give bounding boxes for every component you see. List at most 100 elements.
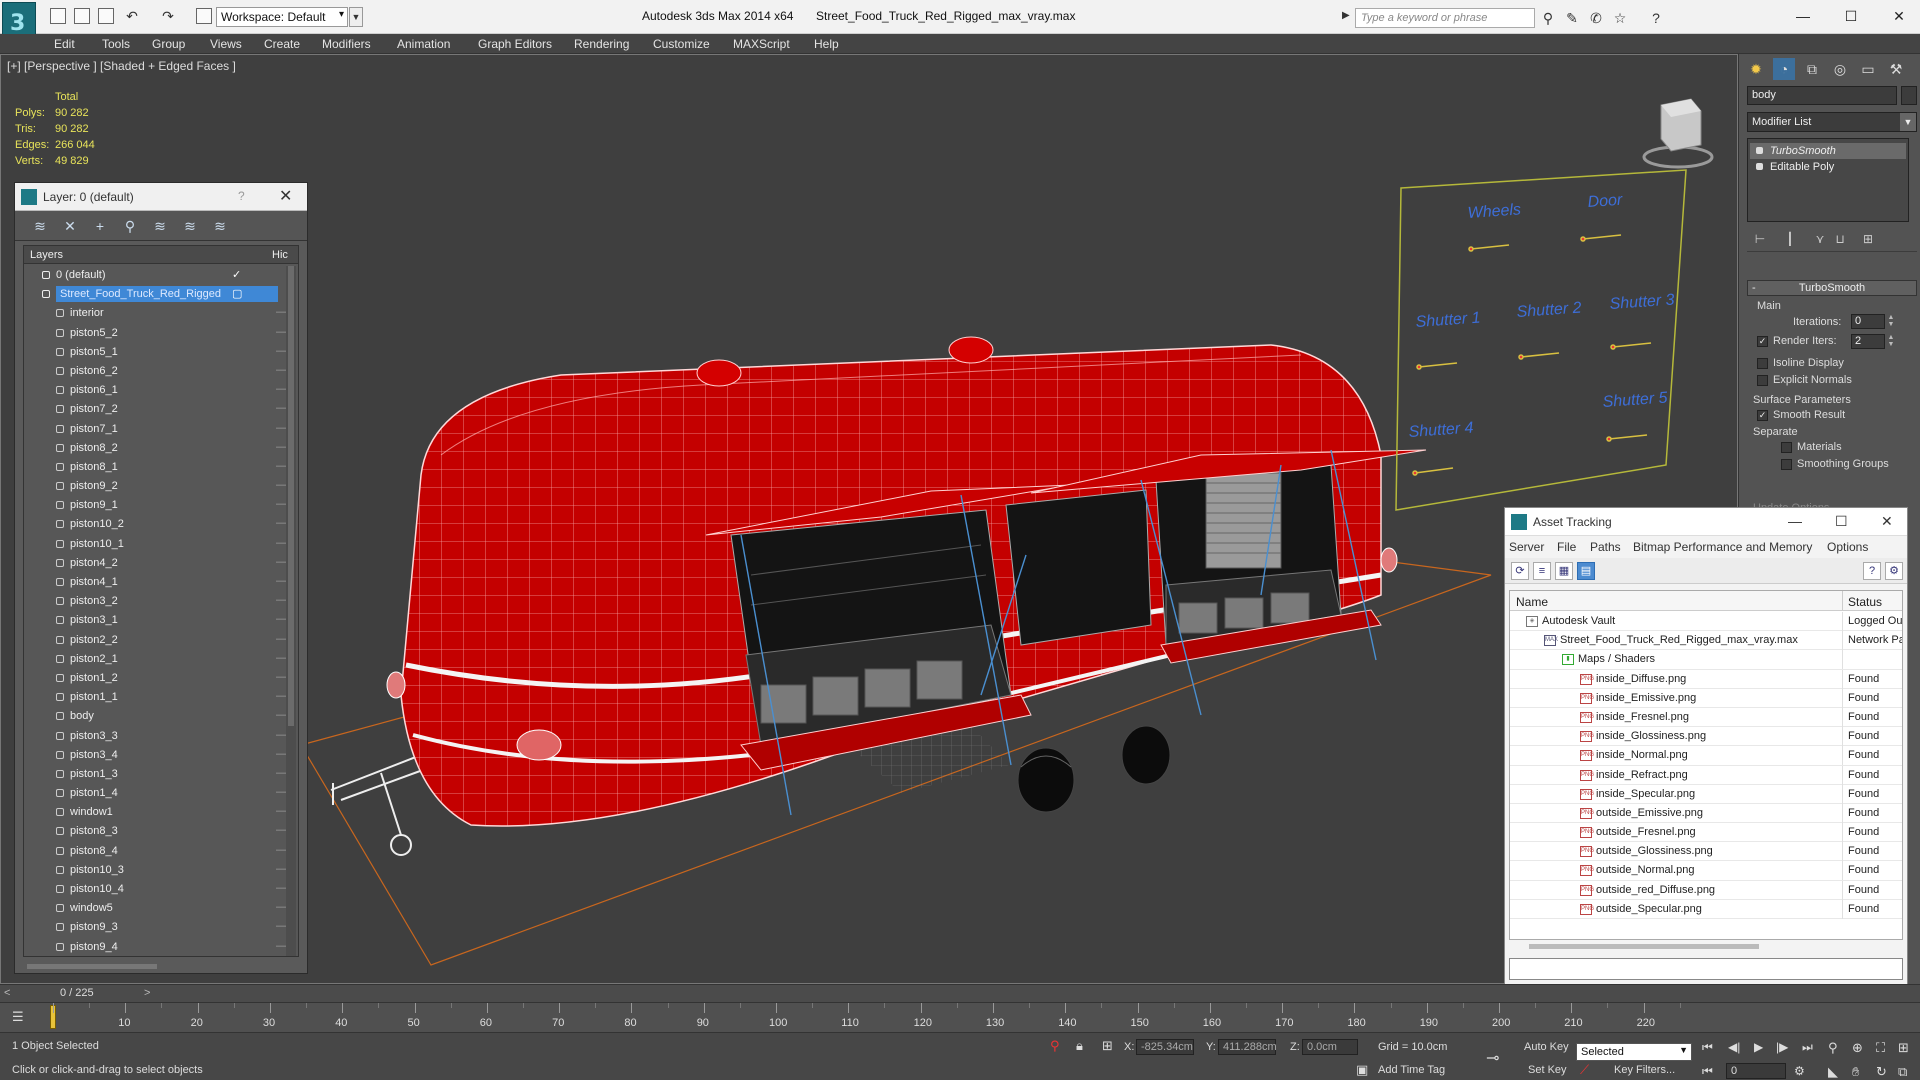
key-mode-toggle-icon[interactable]: ⏮	[1702, 1064, 1713, 1079]
time-slider-frame[interactable]: 0 / 225	[60, 987, 94, 999]
zoom-extents-icon[interactable]: ⛶	[1876, 1040, 1885, 1056]
stack-item-turbosmooth[interactable]: TurboSmooth	[1750, 143, 1906, 159]
help-icon[interactable]: ?	[1863, 562, 1881, 580]
object-row[interactable]: piston8_4—	[24, 842, 287, 861]
mini-curve-editor-icon[interactable]: ☰	[12, 1009, 24, 1025]
active-layer-check-icon[interactable]: ✓	[232, 268, 241, 281]
hierarchy-tab-icon[interactable]: ⧉	[1801, 58, 1823, 80]
render-iters-spinner[interactable]: 2	[1851, 334, 1885, 349]
search-expand-icon[interactable]: ▶	[1342, 10, 1350, 21]
project-folder-icon[interactable]	[196, 8, 212, 24]
view-cube[interactable]	[1642, 98, 1714, 169]
menu-customize[interactable]: Customize	[653, 37, 710, 51]
time-slider[interactable]: < 0 / 225 >	[0, 984, 1920, 1002]
help-icon[interactable]: ?	[1648, 10, 1664, 26]
object-row[interactable]: piston3_3—	[24, 727, 287, 746]
menu-tools[interactable]: Tools	[102, 37, 130, 51]
close-icon[interactable]: ✕	[1881, 513, 1893, 530]
iterations-spinner[interactable]: 0	[1851, 314, 1885, 329]
object-row[interactable]: piston4_1—	[24, 573, 287, 592]
layers-column-header[interactable]: Layers	[30, 249, 63, 261]
asset-row[interactable]: PNG inside_Specular.png Found	[1510, 784, 1902, 804]
object-row[interactable]: piston10_3—	[24, 861, 287, 880]
search-input[interactable]: Type a keyword or phrase	[1355, 8, 1535, 28]
favorites-star-icon[interactable]: ☆	[1612, 10, 1628, 26]
status-column-header[interactable]: Status	[1848, 595, 1882, 609]
add-to-layer-icon[interactable]: +	[91, 217, 109, 235]
previous-frame-icon[interactable]: ◀︎|	[1728, 1040, 1740, 1054]
object-row[interactable]: piston5_2—	[24, 324, 287, 343]
layer-row-default[interactable]: 0 (default) ✓	[24, 266, 282, 285]
help-icon[interactable]: ?	[238, 189, 245, 203]
menu-create[interactable]: Create	[264, 37, 300, 51]
object-row[interactable]: piston6_1—	[24, 381, 287, 400]
close-icon[interactable]: ✕	[279, 186, 292, 206]
hide-column-header[interactable]: Hic	[272, 249, 288, 261]
hide-toggle-icon[interactable]: ▢	[232, 287, 242, 300]
maximize-viewport-icon[interactable]: ⧉	[1898, 1064, 1907, 1080]
asset-table[interactable]: Name Status ◈ Autodesk Vault Logged Ou MAX S…	[1509, 590, 1903, 940]
layer-panel-titlebar[interactable]: Layer: 0 (default) ? ✕	[15, 183, 307, 211]
menu-group[interactable]: Group	[152, 37, 185, 51]
pan-view-icon[interactable]: ✋︎	[1852, 1064, 1859, 1080]
menu-paths[interactable]: Paths	[1590, 540, 1621, 554]
object-row[interactable]: piston1_2—	[24, 669, 287, 688]
menu-file[interactable]: File	[1557, 540, 1576, 554]
current-frame-field[interactable]: 0	[1726, 1063, 1786, 1079]
modifier-list-dropdown[interactable]: Modifier List ▼	[1747, 112, 1917, 132]
asset-row[interactable]: PNG inside_Normal.png Found	[1510, 746, 1902, 766]
object-row[interactable]: body —	[24, 707, 287, 726]
show-end-result-icon[interactable]: ┃	[1783, 232, 1797, 248]
object-row[interactable]: piston1_1—	[24, 688, 287, 707]
isoline-display-checkbox[interactable]	[1757, 358, 1768, 369]
stack-item-editable-poly[interactable]: Editable Poly	[1750, 159, 1906, 175]
object-row[interactable]: piston4_2—	[24, 554, 287, 573]
undo-icon[interactable]: ↶	[124, 8, 140, 24]
hide-all-layers-icon[interactable]: ≋	[181, 217, 199, 235]
track-bar[interactable]: ☰ 10 20 30 40 50 60 70 80 90 100 110 120 130 140 150 16…	[0, 1002, 1920, 1032]
explicit-normals-checkbox[interactable]	[1757, 375, 1768, 386]
smooth-result-checkbox[interactable]: ✓	[1757, 410, 1768, 421]
asset-row[interactable]: ▮ Maps / Shaders	[1510, 650, 1902, 670]
rig-sliders[interactable]	[1412, 234, 1652, 476]
configure-sets-icon[interactable]: ⊞	[1861, 232, 1875, 248]
object-row[interactable]: piston9_2—	[24, 477, 287, 496]
object-row[interactable]: piston9_4—	[24, 938, 287, 956]
workspace-select[interactable]: Workspace: Default ▾	[216, 7, 348, 27]
freeze-all-layers-icon[interactable]: ≋	[211, 217, 229, 235]
maximize-button[interactable]: ☐	[1836, 6, 1866, 26]
object-row[interactable]: piston5_1—	[24, 343, 287, 362]
add-time-tag[interactable]: Add Time Tag	[1378, 1064, 1445, 1076]
maximize-icon[interactable]: ☐	[1835, 513, 1848, 530]
render-iters-spinner-arrows[interactable]: ▲ ▼	[1887, 334, 1895, 349]
menu-animation[interactable]: Animation	[397, 37, 450, 51]
layer-row-selected[interactable]: Street_Food_Truck_Red_Rigged ▢	[24, 285, 282, 304]
menu-help[interactable]: Help	[814, 37, 839, 51]
key-mode-select[interactable]: Selected ▼	[1576, 1043, 1692, 1061]
selection-lock-icon[interactable]: 🔒︎	[1076, 1038, 1083, 1054]
object-row[interactable]: piston10_4—	[24, 880, 287, 899]
object-name-field[interactable]: body	[1747, 86, 1897, 105]
create-layer-icon[interactable]: ≋	[31, 217, 49, 235]
refresh-icon[interactable]: ⟳	[1511, 562, 1529, 580]
menu-views[interactable]: Views	[210, 37, 242, 51]
close-button[interactable]: ✕	[1884, 6, 1914, 26]
layer-list-scrollbar[interactable]	[286, 266, 296, 956]
object-row[interactable]: piston9_1—	[24, 496, 287, 515]
asset-row[interactable]: PNG outside_Emissive.png Found	[1510, 803, 1902, 824]
delete-layer-icon[interactable]: ✕	[61, 217, 79, 235]
turbosmooth-rollout-header[interactable]: - TurboSmooth	[1747, 280, 1917, 296]
asset-row[interactable]: PNG outside_red_Diffuse.png Found	[1510, 880, 1902, 900]
object-row[interactable]: piston10_1—	[24, 535, 287, 554]
iterations-spinner-arrows[interactable]: ▲ ▼	[1887, 314, 1895, 329]
set-key-filter-icon[interactable]: ⟋	[1580, 1062, 1589, 1078]
utilities-tab-icon[interactable]: ⚒	[1885, 58, 1907, 80]
menu-maxscript[interactable]: MAXScript	[733, 37, 790, 51]
asset-row[interactable]: ◈ Autodesk Vault Logged Ou	[1510, 612, 1902, 632]
redo-icon[interactable]: ↷	[160, 8, 176, 24]
menu-edit[interactable]: Edit	[54, 37, 75, 51]
menu-rendering[interactable]: Rendering	[574, 37, 629, 51]
object-row[interactable]: piston2_2—	[24, 631, 287, 650]
z-coord-field[interactable]: 0.0cm	[1302, 1039, 1358, 1055]
asset-tracking-titlebar[interactable]: Asset Tracking — ☐ ✕	[1505, 508, 1907, 536]
